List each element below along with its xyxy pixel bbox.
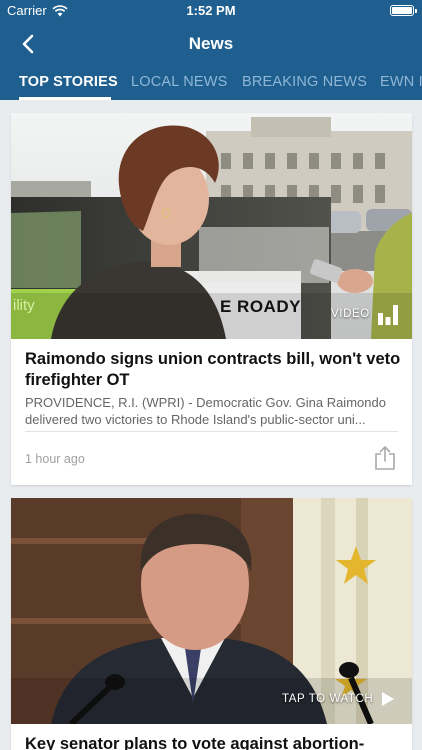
article-summary: PROVIDENCE, R.I. (WPRI) - Democratic Gov… [25, 394, 400, 428]
share-icon [375, 446, 395, 470]
status-bar: Carrier 1:52 PM [0, 0, 422, 22]
battery-icon [390, 5, 417, 16]
app-header: Carrier 1:52 PM News TOP STORIES LOCAL N… [0, 0, 422, 100]
summary-line: delivered two victories to Rhode Island'… [25, 412, 366, 427]
article-thumbnail[interactable]: TAP TO WATCH [11, 498, 412, 724]
tab-local-news[interactable]: LOCAL NEWS [131, 74, 228, 90]
active-tab-indicator [19, 97, 111, 100]
news-photo [11, 113, 412, 339]
vehicle-signage: E ROADY [220, 297, 301, 316]
share-button[interactable] [374, 445, 396, 471]
bar-chart-icon [378, 305, 398, 325]
summary-line: PROVIDENCE, R.I. (WPRI) - Democratic Gov… [25, 395, 386, 410]
article-headline[interactable]: Key senator plans to vote against aborti… [25, 734, 405, 750]
status-right [390, 5, 417, 16]
page-title: News [188, 34, 234, 53]
vehicle-side-text: ility [13, 297, 35, 314]
play-icon [382, 692, 394, 706]
video-label: VIDEO [331, 308, 370, 320]
tab-ewn-in[interactable]: EWN IN [380, 74, 422, 90]
article-timestamp: 1 hour ago [25, 452, 85, 466]
tab-breaking-news[interactable]: BREAKING NEWS [242, 74, 367, 90]
article-thumbnail[interactable]: E ROADY ility VIDEO [11, 113, 412, 339]
news-photo [11, 498, 412, 724]
article-card[interactable]: E ROADY ility VIDEO Raimondo signs union… [11, 113, 412, 485]
category-tabs: TOP STORIES LOCAL NEWS BREAKING NEWS EWN… [0, 66, 422, 100]
article-headline[interactable]: Raimondo signs union contracts bill, won… [25, 349, 405, 391]
tab-top-stories[interactable]: TOP STORIES [19, 74, 118, 90]
tap-to-watch-label: TAP TO WATCH [282, 693, 374, 705]
navigation-bar: News [0, 22, 422, 66]
status-time: 1:52 PM [186, 3, 236, 18]
card-divider [25, 431, 398, 432]
article-card[interactable]: TAP TO WATCH Key senator plans to vote a… [11, 498, 412, 750]
